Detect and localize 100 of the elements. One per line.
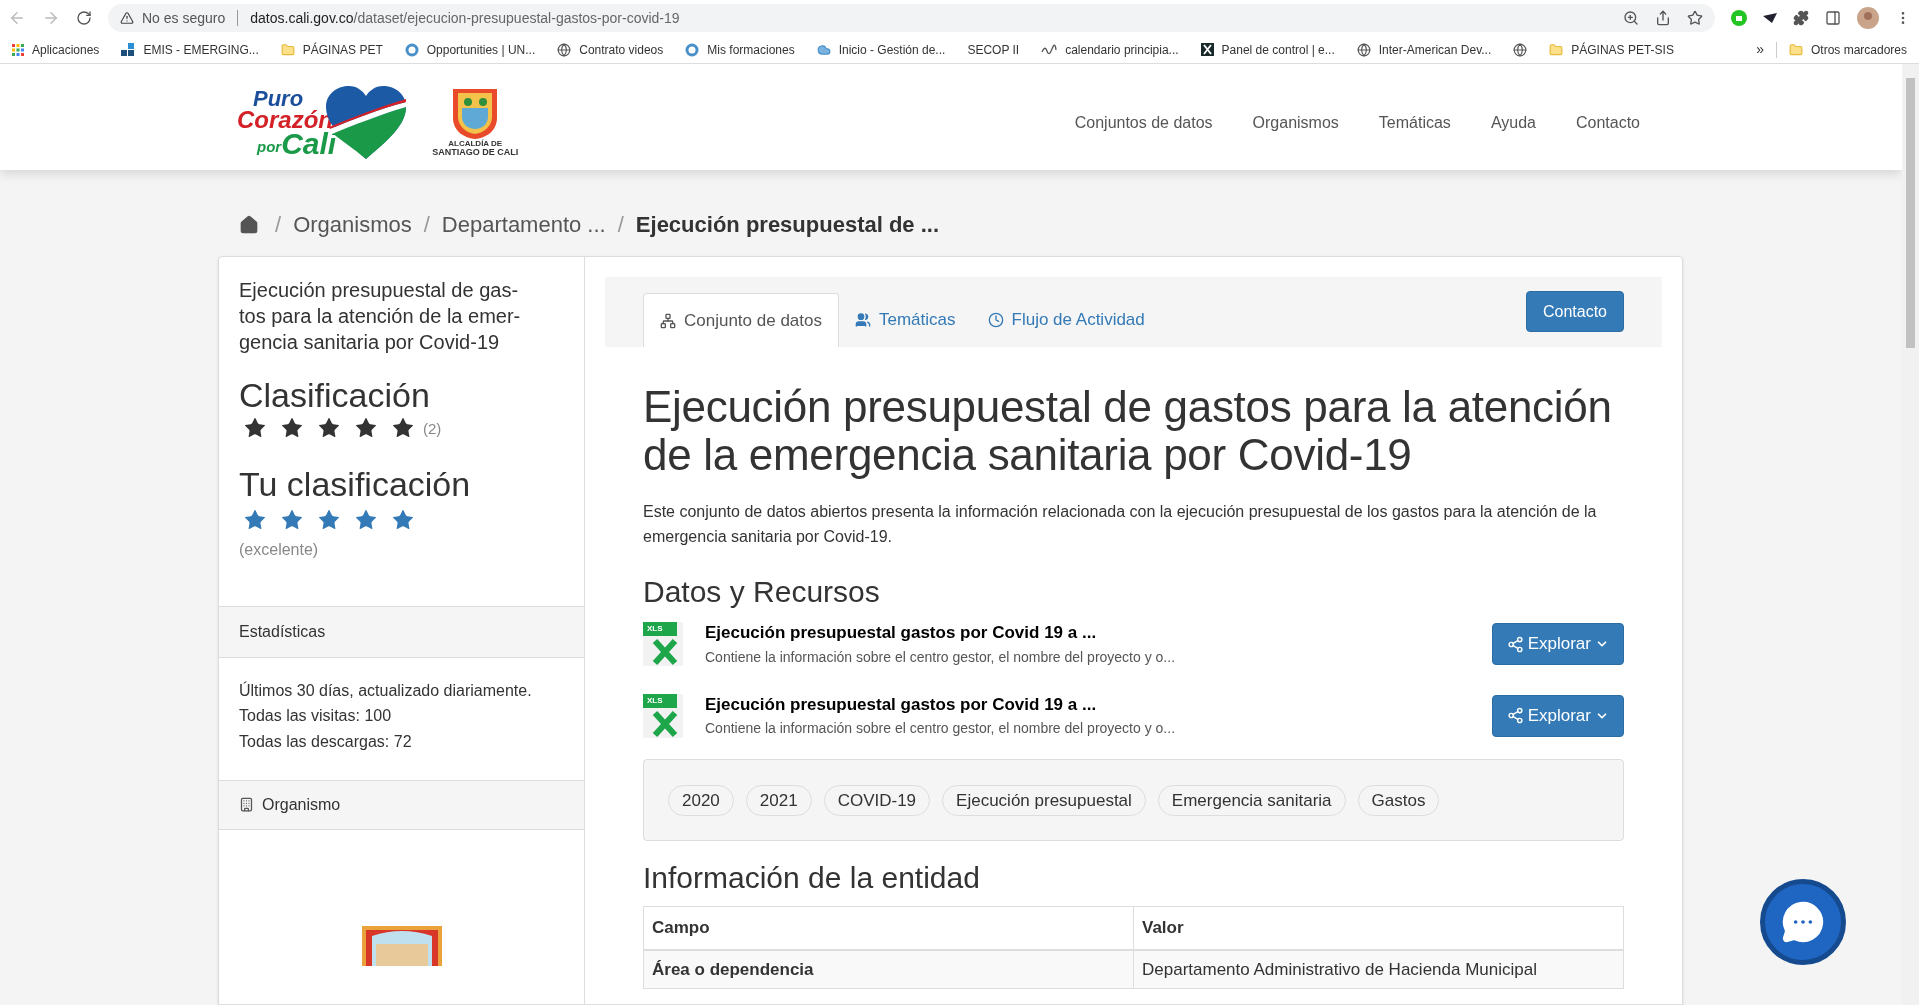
- extension-icon[interactable]: [1763, 13, 1777, 23]
- share-icon[interactable]: [1655, 10, 1671, 26]
- bookmark-link[interactable]: Otros marcadores: [1788, 40, 1907, 59]
- avatar-icon[interactable]: [1857, 7, 1879, 29]
- table-cell: Departamento Administrativo de Hacienda Municipal: [1133, 949, 1624, 989]
- bookmark-link[interactable]: calendario principia...: [1041, 40, 1179, 59]
- address-bar[interactable]: No es seguro datos.cali.gov.co/dataset/ejecucion-presupuestal-gastos-por-covid-19: [108, 4, 1715, 32]
- section-heading: Datos y Recursos: [643, 574, 881, 611]
- bookmark-link[interactable]: Inicio - Gestión de...: [816, 40, 946, 59]
- section-heading: Información de la entidad: [643, 860, 981, 897]
- column-header: Valor: [1133, 906, 1624, 950]
- table-cell: Área o dependencia: [643, 949, 1134, 989]
- bookmark-link[interactable]: PÁGINAS PET: [280, 40, 383, 59]
- nav-link[interactable]: Organismos: [1252, 111, 1339, 135]
- breadcrumb-separator: /: [275, 211, 282, 239]
- zoom-icon[interactable]: [1623, 10, 1639, 26]
- more-bookmarks[interactable]: »: [1756, 39, 1764, 60]
- bookmark-link[interactable]: EMIS - EMERGING...: [121, 40, 259, 59]
- logo-text: Corazón: [237, 108, 333, 131]
- folder-icon: [1788, 42, 1803, 57]
- tag[interactable]: COVID-19: [823, 784, 931, 816]
- bookmark-link[interactable]: Inter-American Dev...: [1356, 40, 1492, 59]
- people-icon: [855, 312, 871, 328]
- nav-link[interactable]: Conjuntos de datos: [1074, 111, 1213, 135]
- star-icon: [391, 507, 415, 532]
- round-badge-icon: [404, 42, 419, 57]
- folder-icon: [280, 42, 295, 57]
- stats-line: Todas las descargas: 72: [239, 731, 413, 752]
- star-icon: [354, 507, 378, 532]
- tab[interactable]: Temáticas: [839, 293, 972, 347]
- bookmark-link[interactable]: Opportunities | UN...: [404, 40, 536, 59]
- bookmark-link[interactable]: Panel de control | e...: [1200, 40, 1335, 59]
- coat-of-arms-icon: [452, 87, 499, 140]
- section-heading: Organismo: [262, 794, 341, 815]
- nav-link[interactable]: Contacto: [1575, 111, 1640, 135]
- cloud-icon: [816, 42, 831, 57]
- stats-line: Todas las visitas: 100: [239, 706, 393, 727]
- bookmark-link[interactable]: Mis formaciones: [685, 40, 795, 59]
- tiles-icon: [121, 42, 136, 57]
- hierarchy-icon: [660, 312, 676, 329]
- chat-icon: [1781, 900, 1825, 944]
- seal-caption: ALCALDÍA DE: [448, 139, 503, 149]
- bookmark-link[interactable]: SECOP II: [967, 40, 1020, 59]
- tab[interactable]: Flujo de Actividad: [971, 293, 1161, 347]
- bookmark-link[interactable]: [1513, 42, 1528, 57]
- column-header: Campo: [643, 906, 1134, 950]
- round-badge-icon: [685, 42, 700, 57]
- breadcrumb-link[interactable]: Departamento ...: [441, 208, 606, 241]
- tag[interactable]: 2021: [745, 784, 812, 816]
- contact-button[interactable]: Contacto: [1525, 291, 1624, 332]
- nav-link[interactable]: Temáticas: [1378, 111, 1451, 135]
- bookmark-link[interactable]: Contrato videos: [557, 40, 664, 59]
- seal-caption: SANTIAGO DE CALI: [432, 148, 519, 159]
- bookmark-link[interactable]: PÁGINAS PET-SIS: [1549, 40, 1674, 59]
- resource-title[interactable]: Ejecución presupuestal gastos por Covid 19 a ...: [705, 620, 1492, 646]
- dataset-heading: Ejecución presupuestal de gastos para la atención de la emergencia sanitaria por Covid-19: [643, 383, 1613, 480]
- resource-description: Contiene la información sobre el centro gestor, el nombre del proyecto y o...: [705, 719, 1177, 739]
- warning-icon: [120, 11, 134, 25]
- star-icon: [317, 507, 341, 532]
- star-icon: [280, 507, 304, 532]
- tag[interactable]: Ejecución presupuestal: [942, 784, 1146, 816]
- coat-of-arms-icon: [361, 925, 442, 966]
- rating-label: (excelente): [239, 539, 320, 560]
- security-label: No es seguro: [142, 8, 226, 28]
- tab[interactable]: Conjunto de datos: [643, 293, 839, 347]
- reload-icon[interactable]: [76, 10, 92, 26]
- bookmark-link[interactable]: Aplicaciones: [12, 40, 100, 59]
- bookmark-star-icon[interactable]: [1687, 10, 1703, 26]
- home-icon[interactable]: [239, 214, 259, 235]
- explore-button[interactable]: Explorar: [1491, 694, 1624, 737]
- extensions-icon[interactable]: [1793, 10, 1809, 26]
- rating-heading: Clasificación: [239, 377, 431, 415]
- side-panel-icon[interactable]: [1825, 10, 1841, 26]
- rating-heading: Tu clasificación: [239, 466, 472, 504]
- scribble-icon: [1041, 43, 1058, 56]
- explore-button[interactable]: Explorar: [1491, 623, 1624, 666]
- dataset-title: Ejecución presupuestal de gas-tos para la atención de la emer-gencia sanitaria por Covid-19: [239, 278, 522, 355]
- logo-text: Puro: [253, 88, 304, 109]
- globe-icon: [1356, 42, 1371, 57]
- url-text: datos.cali.gov.co/dataset/ejecucion-presupuestal-gastos-por-covid-19: [250, 8, 680, 28]
- logo-text: por: [257, 139, 282, 154]
- nav-link[interactable]: Ayuda: [1490, 111, 1536, 135]
- resource-title[interactable]: Ejecución presupuestal gastos por Covid 19 a ...: [705, 691, 1492, 718]
- logo-text: Cali: [281, 130, 337, 158]
- apps-grid-icon: [12, 43, 24, 56]
- tag[interactable]: Gastos: [1357, 784, 1440, 816]
- tag[interactable]: 2020: [668, 784, 734, 816]
- tag[interactable]: Emergencia sanitaria: [1157, 784, 1346, 816]
- city-logo[interactable]: Puro Corazón porCali: [237, 85, 409, 161]
- section-header: Estadísticas: [219, 605, 584, 658]
- city-seal-logo[interactable]: ALCALDÍA DE SANTIAGO DE CALI: [432, 87, 519, 159]
- cross-square-icon: [1200, 43, 1214, 56]
- globe-icon: [1513, 42, 1528, 57]
- dataset-description: Este conjunto de datos abiertos presenta la información relacionada con la ejecución presupuestal de los gastos para la atención de la emergencia sanitaria por Covid-19.: [643, 501, 1598, 547]
- building-icon: [239, 797, 254, 813]
- scrollbar[interactable]: [1902, 64, 1919, 1005]
- folder-icon: [1549, 42, 1564, 57]
- spreadsheet-file-icon: XLS: [643, 693, 683, 738]
- breadcrumb-link[interactable]: Ejecución presupuestal de ...: [635, 208, 940, 241]
- breadcrumb-link[interactable]: Organismos: [293, 208, 412, 241]
